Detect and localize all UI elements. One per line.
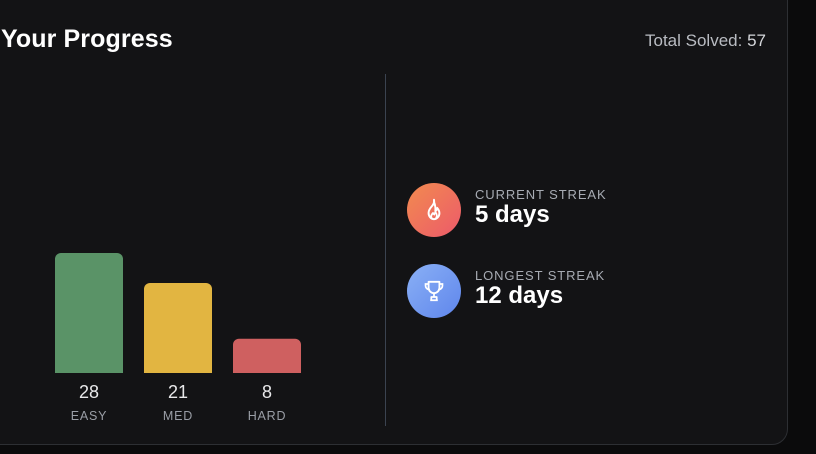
section-divider <box>385 74 386 426</box>
current-streak-badge <box>407 183 461 237</box>
bar-easy <box>55 253 123 379</box>
current-streak: CURRENT STREAK 5 days <box>407 183 747 239</box>
trophy-icon <box>424 280 444 302</box>
bar-value-med: 21 <box>167 382 189 402</box>
bar-value-easy: 28 <box>78 382 100 402</box>
longest-streak-label: LONGEST STREAK <box>475 268 606 283</box>
bar-base-mask <box>233 373 301 379</box>
bar-label-hard: HARD <box>247 409 287 423</box>
bar-med <box>144 283 212 379</box>
bar-hard <box>233 338 301 379</box>
bar-base-mask <box>55 373 123 379</box>
bar-base-mask <box>144 373 212 379</box>
current-streak-value: 5 days <box>475 201 550 228</box>
flame-icon <box>427 198 441 221</box>
longest-streak-badge <box>407 264 461 318</box>
bar-label-easy: EASY <box>70 409 108 423</box>
bar-value-hard: 8 <box>261 382 272 402</box>
bar-label-med: MED <box>162 409 194 423</box>
current-streak-label: CURRENT STREAK <box>475 187 607 202</box>
longest-streak: LONGEST STREAK 12 days <box>407 264 747 320</box>
longest-streak-value: 12 days <box>475 282 564 309</box>
